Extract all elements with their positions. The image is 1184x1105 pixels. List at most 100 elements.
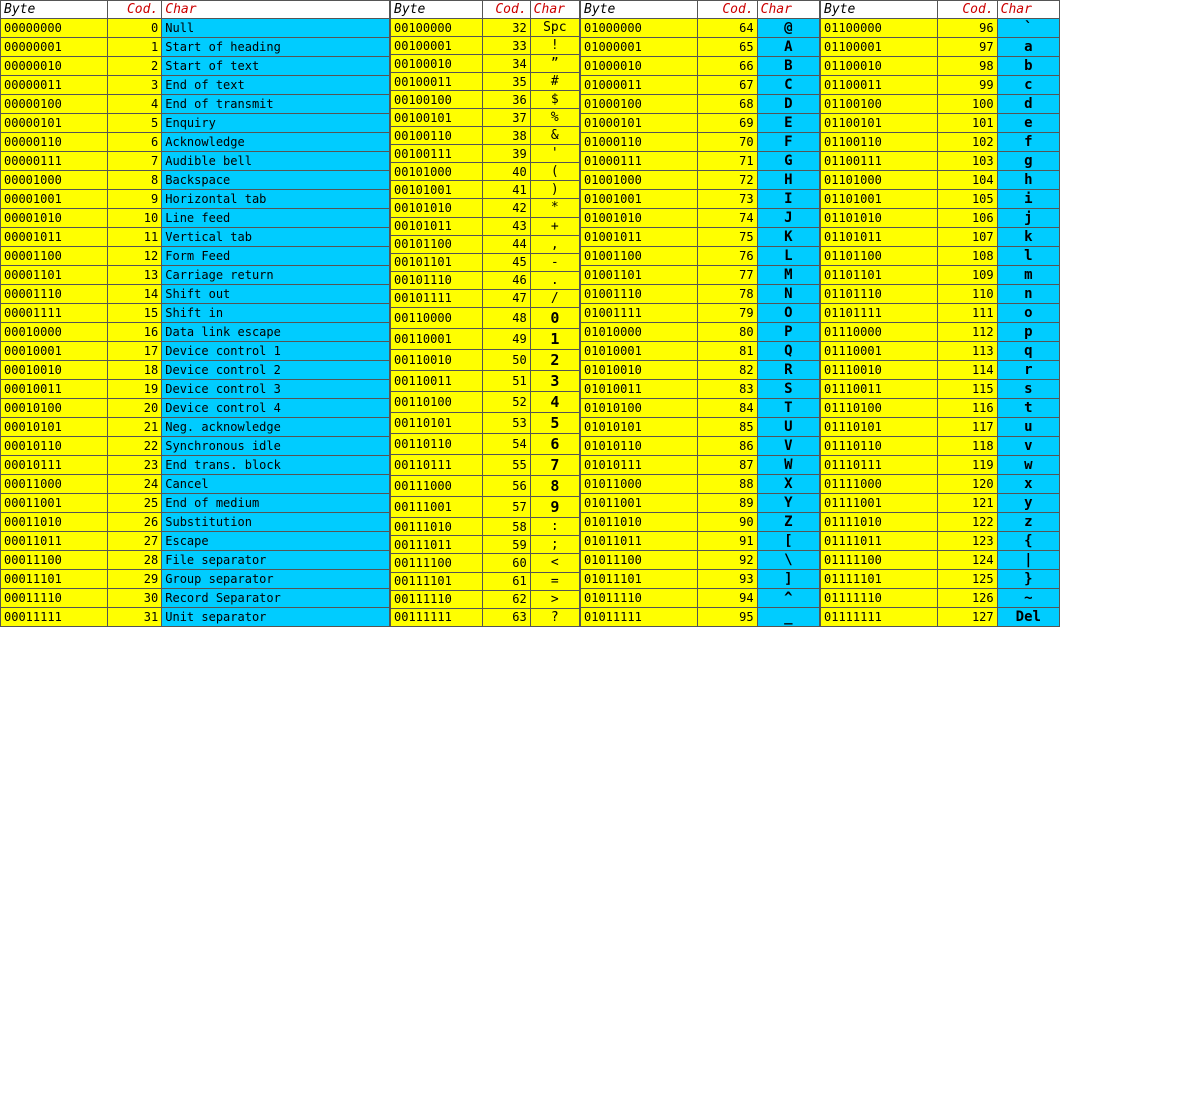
cell-char-sym: V — [757, 437, 819, 456]
cell-cod: 126 — [937, 589, 997, 608]
cell-byte: 01010101 — [581, 418, 698, 437]
cell-char-sym: { — [997, 532, 1059, 551]
cell-byte: 00111010 — [391, 518, 483, 536]
cell-char-sym: O — [757, 304, 819, 323]
table-row: 01010111 87 W — [581, 456, 820, 475]
table-row: 00101101 45 - — [391, 253, 580, 271]
cell-cod: 0 — [107, 19, 162, 38]
cell-byte: 01111110 — [821, 589, 938, 608]
cell-byte: 00000000 — [1, 19, 108, 38]
cell-cod: 46 — [483, 271, 530, 289]
cell-cod: 1 — [107, 38, 162, 57]
cell-byte: 00110100 — [391, 392, 483, 413]
table-row: 01000100 68 D — [581, 95, 820, 114]
cell-char-sym: ) — [530, 181, 579, 199]
cell-cod: 16 — [107, 323, 162, 342]
cell-cod: 94 — [697, 589, 757, 608]
cell-char-name: Group separator — [162, 570, 390, 589]
cell-byte: 00100111 — [391, 145, 483, 163]
cell-char-sym: D — [757, 95, 819, 114]
cell-byte: 00101010 — [391, 199, 483, 217]
table-row: 00110000 48 0 — [391, 307, 580, 328]
cell-byte: 00011000 — [1, 475, 108, 494]
cell-cod: 91 — [697, 532, 757, 551]
table-row: 01101111 111 o — [821, 304, 1060, 323]
cell-cod: 40 — [483, 163, 530, 181]
cell-cod: 23 — [107, 456, 162, 475]
cell-cod: 54 — [483, 434, 530, 455]
table-row: 01100010 98 b — [821, 57, 1060, 76]
cell-char-sym: 9 — [530, 497, 579, 518]
table-row: 00100110 38 & — [391, 127, 580, 145]
cell-char-sym: # — [530, 73, 579, 91]
cell-byte: 01000111 — [581, 152, 698, 171]
section-2: Byte Cod. Char 00100000 32 Spc 00100001 … — [390, 0, 580, 627]
cell-cod: 107 — [937, 228, 997, 247]
cell-cod: 45 — [483, 253, 530, 271]
cell-byte: 01111100 — [821, 551, 938, 570]
cell-cod: 13 — [107, 266, 162, 285]
cell-char-sym: E — [757, 114, 819, 133]
cell-byte: 01011111 — [581, 608, 698, 627]
cell-char-name: Shift in — [162, 304, 390, 323]
cell-cod: 73 — [697, 190, 757, 209]
cell-char-sym: P — [757, 323, 819, 342]
cell-cod: 17 — [107, 342, 162, 361]
cell-char-name: Form Feed — [162, 247, 390, 266]
cell-byte: 01001000 — [581, 171, 698, 190]
cell-char-sym: ] — [757, 570, 819, 589]
cell-cod: 114 — [937, 361, 997, 380]
cell-byte: 00001100 — [1, 247, 108, 266]
cell-cod: 25 — [107, 494, 162, 513]
cell-char-sym: U — [757, 418, 819, 437]
cell-char-sym: 6 — [530, 434, 579, 455]
table-row: 01011111 95 _ — [581, 608, 820, 627]
cell-byte: 00010010 — [1, 361, 108, 380]
cell-char-sym: & — [530, 127, 579, 145]
table-row: 01011110 94 ^ — [581, 589, 820, 608]
cell-byte: 01111000 — [821, 475, 938, 494]
cell-byte: 01011110 — [581, 589, 698, 608]
cell-char-sym: u — [997, 418, 1059, 437]
table-row: 01000011 67 C — [581, 76, 820, 95]
cell-byte: 01101010 — [821, 209, 938, 228]
cell-byte: 00001110 — [1, 285, 108, 304]
table-row: 00100100 36 $ — [391, 91, 580, 109]
table-row: 00101000 40 ( — [391, 163, 580, 181]
cell-char-sym: 7 — [530, 455, 579, 476]
table-row: 01001011 75 K — [581, 228, 820, 247]
cell-char-name: Audible bell — [162, 152, 390, 171]
cell-byte: 00010000 — [1, 323, 108, 342]
cell-byte: 01011000 — [581, 475, 698, 494]
cell-cod: 32 — [483, 19, 530, 37]
table-row: 01110110 118 v — [821, 437, 1060, 456]
table-row: 00110011 51 3 — [391, 370, 580, 391]
cell-char-sym: [ — [757, 532, 819, 551]
cell-cod: 66 — [697, 57, 757, 76]
cell-cod: 51 — [483, 370, 530, 391]
cell-cod: 88 — [697, 475, 757, 494]
cell-char-sym: > — [530, 590, 579, 608]
cell-byte: 01010100 — [581, 399, 698, 418]
cell-byte: 00110000 — [391, 307, 483, 328]
table-row: 00110101 53 5 — [391, 413, 580, 434]
cell-char-sym: b — [997, 57, 1059, 76]
section-1: Byte Cod. Char 00000000 0 Null 00000001 … — [0, 0, 390, 627]
cell-byte: 00100000 — [391, 19, 483, 37]
cell-char-sym: S — [757, 380, 819, 399]
cell-byte: 01110011 — [821, 380, 938, 399]
cell-char-name: Device control 1 — [162, 342, 390, 361]
cell-cod: 119 — [937, 456, 997, 475]
cell-byte: 00111001 — [391, 497, 483, 518]
cell-char-sym: W — [757, 456, 819, 475]
table-row: 01011101 93 ] — [581, 570, 820, 589]
cell-char-sym: B — [757, 57, 819, 76]
cell-char-sym: @ — [757, 19, 819, 38]
table-row: 01010010 82 R — [581, 361, 820, 380]
table-row: 00001000 8 Backspace — [1, 171, 390, 190]
cell-cod: 19 — [107, 380, 162, 399]
cell-cod: 101 — [937, 114, 997, 133]
cell-char-sym: z — [997, 513, 1059, 532]
cell-cod: 69 — [697, 114, 757, 133]
cell-char-sym: Z — [757, 513, 819, 532]
